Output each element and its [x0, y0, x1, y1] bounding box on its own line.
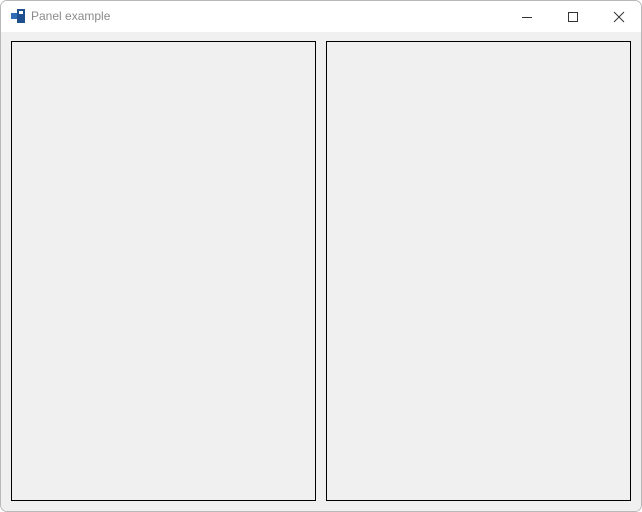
maximize-icon	[568, 11, 578, 22]
window-title: Panel example	[31, 9, 111, 23]
right-panel	[326, 41, 631, 501]
client-area	[1, 32, 641, 511]
left-panel	[11, 41, 316, 501]
maximize-button[interactable]	[550, 1, 596, 32]
minimize-button[interactable]	[504, 1, 550, 32]
minimize-icon	[522, 16, 532, 18]
app-window-icon	[11, 9, 25, 23]
title-bar[interactable]: Panel example	[1, 1, 641, 32]
close-icon	[613, 11, 625, 22]
close-button[interactable]	[596, 1, 641, 32]
app-window: Panel example	[0, 0, 642, 512]
